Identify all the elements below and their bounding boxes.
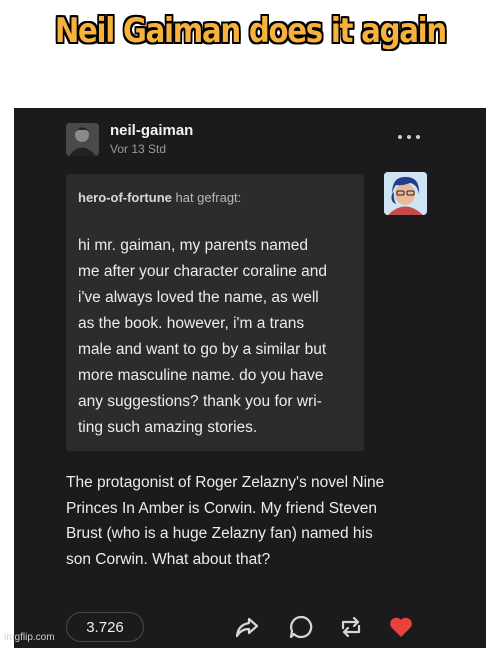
question-line: me after your character coraline and (78, 263, 327, 280)
heart-icon[interactable] (388, 614, 414, 640)
asker-line: hero-of-fortune hat gefragt: (78, 190, 241, 205)
question-text: hi mr. gaiman, my parents named me after… (78, 233, 363, 441)
question-line: i've always loved the name, as well (78, 289, 319, 306)
question-line: hi mr. gaiman, my parents named (78, 237, 309, 254)
more-options-icon[interactable] (398, 134, 420, 140)
tumblr-post: neil-gaiman Vor 13 Std hero-of-fortune h… (14, 108, 486, 648)
post-timestamp: Vor 13 Std (110, 142, 167, 156)
question-line: any suggestions? thank you for wri- (78, 393, 322, 410)
question-line: ting such amazing stories. (78, 419, 258, 436)
asker-avatar[interactable] (384, 172, 427, 215)
reply-icon[interactable] (288, 614, 314, 640)
reblog-icon[interactable] (338, 614, 364, 640)
question-line: as the book. however, i'm a trans (78, 315, 305, 332)
question-line: male and want to go by a similar but (78, 341, 327, 358)
answer-line: The protagonist of Roger Zelazny's novel… (66, 474, 385, 491)
notes-count-button[interactable]: 3.726 (66, 612, 144, 642)
asker-verb: hat gefragt: (175, 190, 242, 205)
meme-caption: Neil Gaiman does it again (0, 0, 500, 62)
answer-line: Brust (who is a huge Zelazny fan) named … (66, 525, 373, 542)
answer-text: The protagonist of Roger Zelazny's novel… (66, 470, 466, 572)
question-line: more masculine name. do you have (78, 367, 324, 384)
meme-caption-text: Neil Gaiman does it again (54, 11, 446, 51)
ask-box: hero-of-fortune hat gefragt: hi mr. gaim… (66, 174, 364, 451)
author-avatar[interactable] (66, 123, 99, 156)
answer-line: Princes In Amber is Corwin. My friend St… (66, 499, 377, 517)
imgflip-watermark: imgflip.com (4, 632, 55, 643)
share-icon[interactable] (234, 614, 260, 640)
asker-username[interactable]: hero-of-fortune (78, 190, 172, 205)
answer-line: son Corwin. What about that? (66, 550, 271, 568)
author-username[interactable]: neil-gaiman (110, 122, 193, 139)
